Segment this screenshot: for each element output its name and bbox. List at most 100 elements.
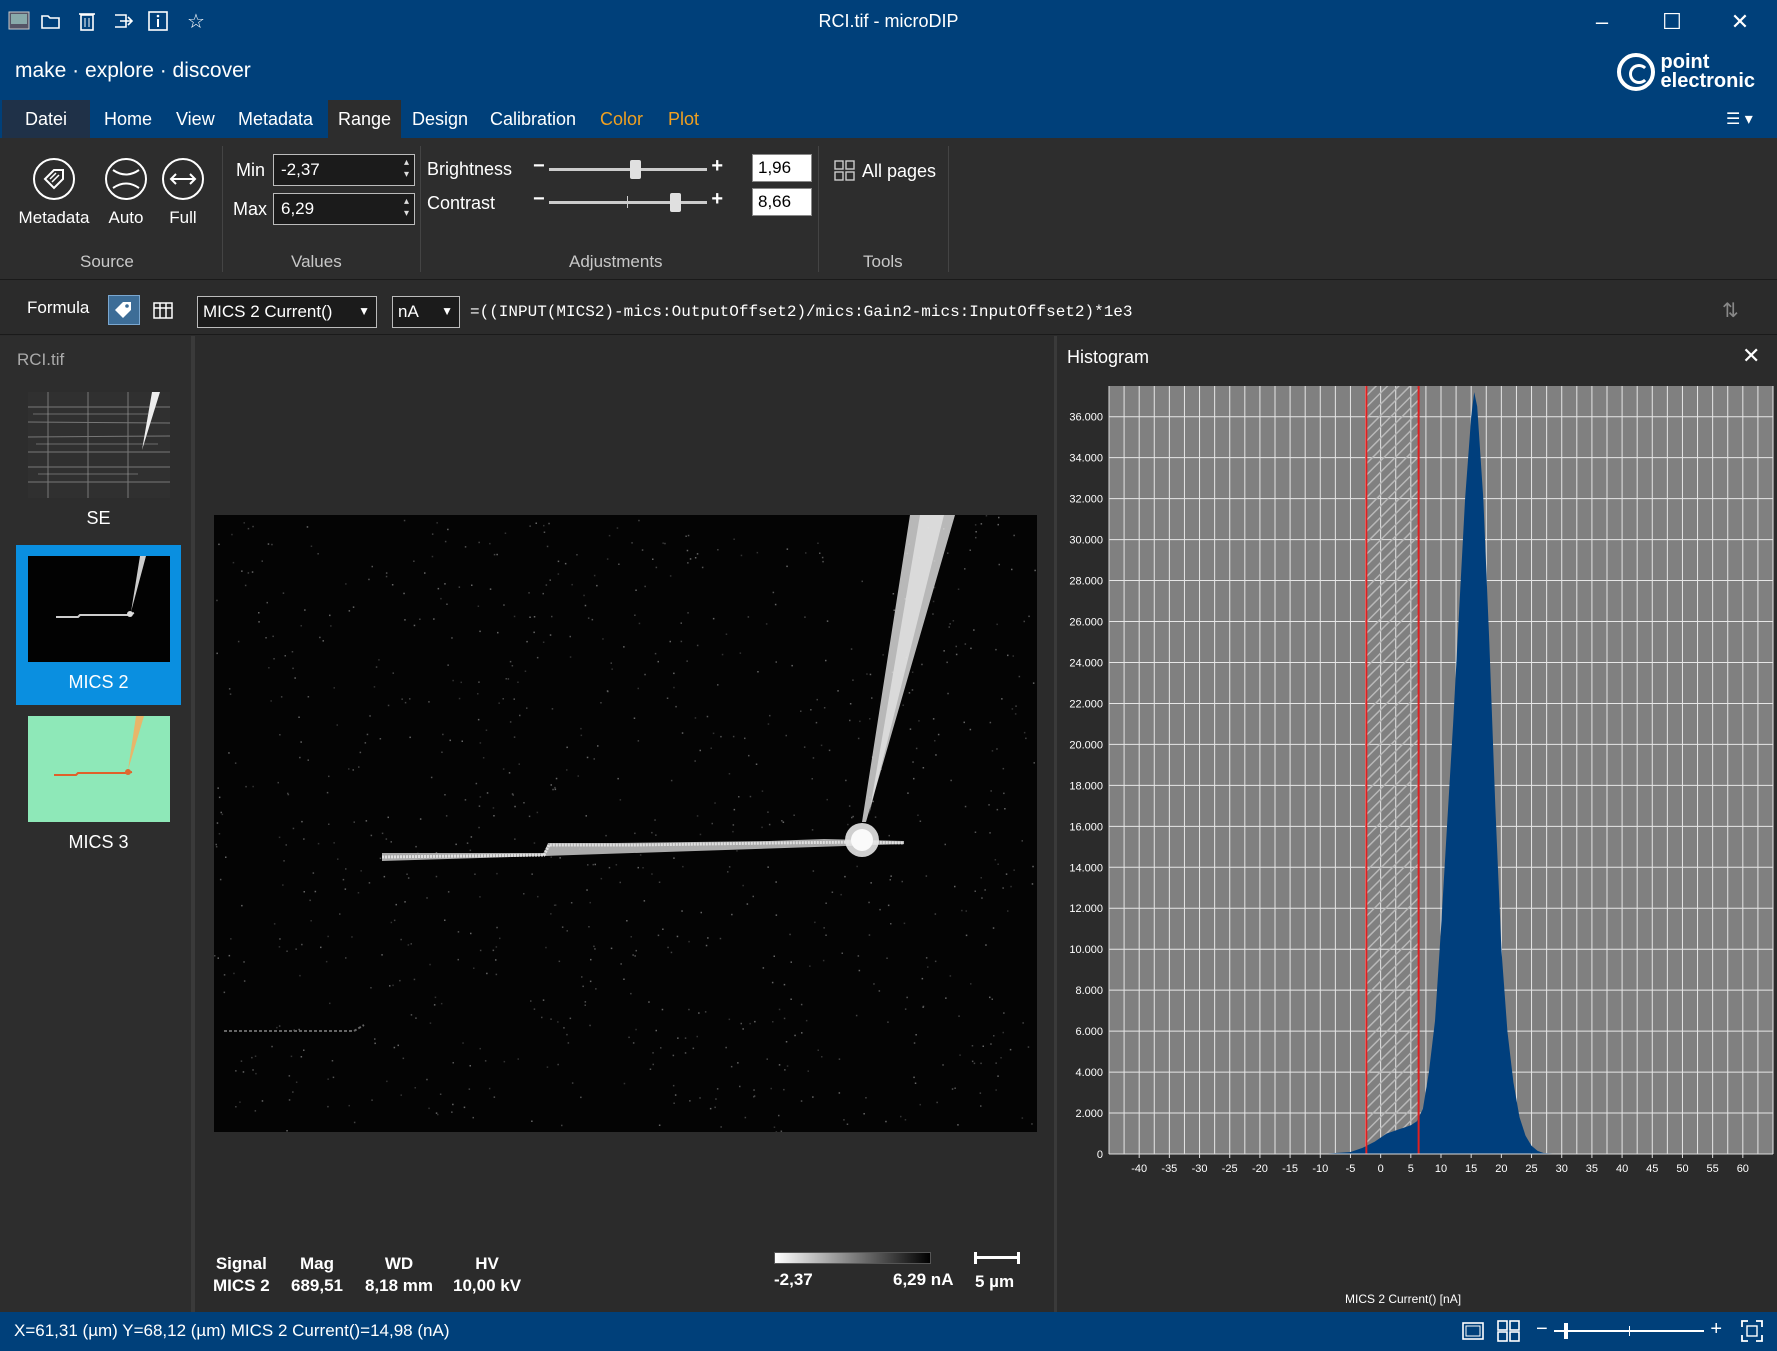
tags-toggle-button[interactable] (108, 295, 140, 325)
unit-select[interactable]: nA ▼ (392, 296, 460, 328)
ribbon: Metadata Auto Full Source Min -2,37 ▴ ▾ M… (0, 138, 1777, 280)
y-tick-label: 32.000 (1069, 494, 1103, 506)
thumbnail-se-label: SE (86, 508, 111, 528)
full-button-label: Full (169, 208, 197, 227)
zoom-in-icon[interactable]: + (1710, 1318, 1722, 1341)
thumbnail-mics-3[interactable]: MICS 3 (16, 716, 181, 866)
thumbnail-se[interactable]: SE (16, 392, 181, 542)
x-tick-label: 40 (1616, 1163, 1628, 1175)
mag-value: 689,51 (291, 1276, 343, 1295)
tab-home[interactable]: Home (94, 100, 162, 138)
x-tick-label: -25 (1222, 1163, 1238, 1175)
x-tick-label: -35 (1161, 1163, 1177, 1175)
grid-view-icon[interactable] (1496, 1319, 1522, 1348)
brightness-value-field[interactable]: 1,96 (752, 154, 812, 182)
tagline: make · explore · discover (15, 59, 251, 82)
expand-horizontal-icon (162, 158, 204, 200)
y-tick-label: 36.000 (1069, 412, 1103, 424)
y-tick-label: 0 (1097, 1149, 1103, 1161)
colorbar-min-label: -2,37 (774, 1270, 813, 1289)
thumbnail-mics-2[interactable]: MICS 2 (16, 545, 181, 705)
all-pages-label: All pages (862, 160, 937, 181)
mag-info: Mag 689,51 (291, 1253, 343, 1297)
account-menu-icon[interactable]: ☰ ▾ (1716, 100, 1763, 138)
min-spinbox[interactable]: -2,37 ▴ ▾ (273, 154, 415, 186)
thumbnail-mics-3-image (27, 716, 170, 822)
metadata-range-button[interactable]: Metadata (16, 158, 92, 228)
y-tick-label: 30.000 (1069, 535, 1103, 547)
y-tick-label: 12.000 (1069, 903, 1103, 915)
columns-button[interactable] (150, 297, 176, 323)
formula-label: Formula (27, 298, 90, 317)
full-range-button[interactable]: Full (160, 158, 206, 228)
tab-metadata[interactable]: Metadata (228, 100, 323, 138)
signal-info: Signal MICS 2 (213, 1253, 270, 1297)
x-tick-label: 30 (1556, 1163, 1568, 1175)
x-tick-label: 50 (1676, 1163, 1688, 1175)
adjustments-group-label: Adjustments (569, 252, 663, 271)
fit-to-window-icon[interactable] (1740, 1319, 1764, 1348)
file-name-label: RCI.tif (17, 350, 65, 369)
max-spinbox[interactable]: 6,29 ▴ ▾ (273, 193, 415, 225)
y-tick-label: 26.000 (1069, 617, 1103, 629)
single-view-icon[interactable] (1461, 1319, 1485, 1348)
auto-range-icon (105, 158, 147, 200)
x-tick-label: 60 (1737, 1163, 1749, 1175)
group-separator (818, 146, 819, 272)
histogram-chart[interactable]: 0 2.000 4.000 6.000 8.000 10.000 12.000 14.000 1… (1057, 376, 1775, 1286)
y-tick-label: 4.000 (1075, 1067, 1103, 1079)
chevron-down-icon: ▼ (358, 304, 370, 318)
spin-arrows-icon[interactable]: ▴ ▾ (404, 157, 409, 181)
tab-file[interactable]: Datei (2, 100, 90, 138)
tag-icon (33, 158, 75, 200)
thumbnail-mics-3-label: MICS 3 (68, 832, 129, 852)
min-value: -2,37 (281, 160, 320, 179)
brightness-slider-thumb[interactable] (630, 160, 641, 179)
zoom-out-icon[interactable]: − (1536, 1318, 1548, 1341)
maximize-button[interactable]: ☐ (1650, 6, 1694, 38)
mag-header: Mag (300, 1254, 334, 1273)
tab-color[interactable]: Color (590, 100, 653, 138)
y-tick-label: 18.000 (1069, 780, 1103, 792)
contrast-value-field[interactable]: 8,66 (752, 188, 812, 216)
y-tick-label: 8.000 (1075, 985, 1103, 997)
x-tick-label: -5 (1346, 1163, 1356, 1175)
tab-design[interactable]: Design (402, 100, 478, 138)
all-pages-button[interactable]: All pages (834, 160, 936, 182)
wd-info: WD 8,18 mm (365, 1253, 433, 1297)
auto-range-button[interactable]: Auto (100, 158, 152, 228)
sem-image[interactable] (214, 515, 1037, 1132)
x-tick-label: -10 (1312, 1163, 1328, 1175)
contrast-slider[interactable]: − + (533, 188, 723, 212)
tab-view[interactable]: View (166, 100, 225, 138)
x-tick-label: 35 (1586, 1163, 1598, 1175)
contrast-slider-thumb[interactable] (670, 193, 681, 212)
x-tick-label: 5 (1408, 1163, 1414, 1175)
close-button[interactable]: ✕ (1718, 6, 1762, 38)
brightness-slider[interactable]: − + (533, 155, 723, 179)
y-tick-label: 22.000 (1069, 698, 1103, 710)
thumbnail-mics-2-image (27, 556, 170, 662)
brightness-label: Brightness (427, 159, 513, 179)
close-histogram-icon[interactable]: ✕ (1742, 343, 1760, 369)
zoom-slider[interactable]: − + (1534, 1318, 1724, 1344)
tab-plot[interactable]: Plot (658, 100, 709, 138)
swap-sort-icon[interactable]: ⇅ (1722, 298, 1739, 323)
formula-text[interactable]: =((INPUT(MICS2)-mics:OutputOffset2)/mics… (470, 303, 1133, 321)
values-group-label: Values (291, 252, 342, 271)
zoom-slider-thumb[interactable] (1564, 1323, 1568, 1339)
metadata-button-label: Metadata (18, 208, 90, 227)
y-tick-label: 14.000 (1069, 862, 1103, 874)
menu-bar: Datei Home View Metadata Range Design Ca… (0, 100, 1777, 138)
x-tick-label: 25 (1525, 1163, 1537, 1175)
tab-calibration[interactable]: Calibration (480, 100, 586, 138)
tab-range[interactable]: Range (328, 100, 402, 138)
minimize-button[interactable]: – (1580, 6, 1624, 38)
status-text: X=61,31 (µm) Y=68,12 (µm) MICS 2 Current… (14, 1321, 450, 1340)
logo-line-2: electronic (1660, 70, 1755, 92)
signal-select[interactable]: MICS 2 Current() ▼ (197, 296, 377, 328)
group-separator (948, 146, 949, 272)
y-tick-label: 24.000 (1069, 657, 1103, 669)
x-tick-label: -20 (1252, 1163, 1268, 1175)
spin-arrows-icon[interactable]: ▴ ▾ (404, 196, 409, 220)
